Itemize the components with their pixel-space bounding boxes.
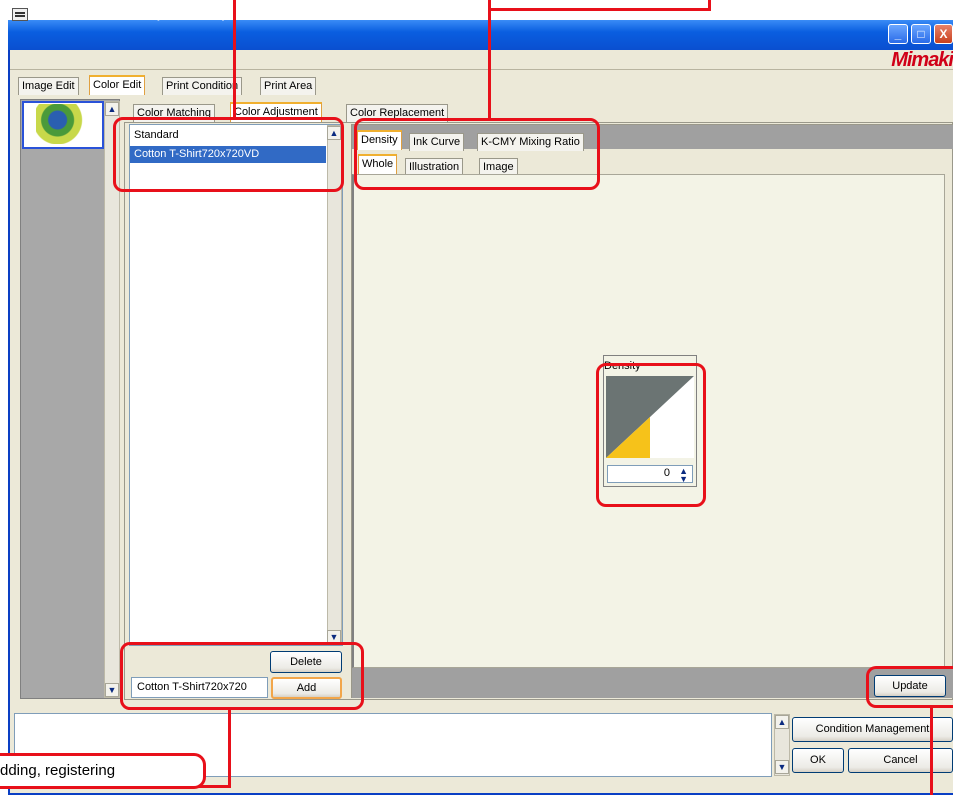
- callout-line: [233, 0, 236, 118]
- callout-update-frame: [866, 666, 953, 708]
- chevron-up-icon[interactable]: ▲: [775, 715, 789, 729]
- chevron-down-icon[interactable]: ▼: [105, 683, 119, 697]
- callout-density-frame: [596, 363, 706, 507]
- title-bar[interactable]: [8, 20, 953, 50]
- callout-tabs-frame: [354, 118, 600, 190]
- callout-line: [708, 0, 711, 11]
- callout-line: [488, 0, 491, 119]
- ok-button[interactable]: OK: [792, 748, 844, 773]
- callout-line: [930, 707, 933, 795]
- tab-image-edit[interactable]: Image Edit: [18, 77, 79, 95]
- tab-print-area[interactable]: Print Area: [260, 77, 317, 95]
- tab-color-edit[interactable]: Color Edit: [89, 75, 146, 95]
- thumbnail-image: [36, 104, 84, 144]
- minimize-button[interactable]: _: [888, 24, 908, 44]
- adjustment-list[interactable]: [129, 124, 343, 646]
- cancel-button[interactable]: Cancel: [848, 748, 953, 773]
- list-scrollbar[interactable]: [327, 125, 342, 645]
- chevron-up-icon[interactable]: ▲: [105, 102, 119, 116]
- brand-bar: [10, 50, 953, 70]
- brand-logo: Mimaki: [891, 49, 953, 71]
- callout-text: dding, registering: [0, 753, 206, 789]
- callout-list-frame: [113, 117, 344, 192]
- app-icon: [12, 8, 28, 21]
- callout-line: [488, 8, 710, 11]
- callout-buttons-frame: [120, 642, 364, 710]
- chevron-down-icon[interactable]: ▼: [775, 760, 789, 774]
- window-title: GP-604D : Job Editor ( Full Color ): [32, 7, 227, 21]
- callout-line: [228, 709, 231, 787]
- panel-footer-strip: [352, 668, 953, 698]
- condition-management-button[interactable]: Condition Management: [792, 717, 953, 742]
- maximize-button[interactable]: □: [911, 24, 931, 44]
- tab-print-condition[interactable]: Print Condition: [162, 77, 243, 95]
- close-button[interactable]: X: [934, 24, 953, 44]
